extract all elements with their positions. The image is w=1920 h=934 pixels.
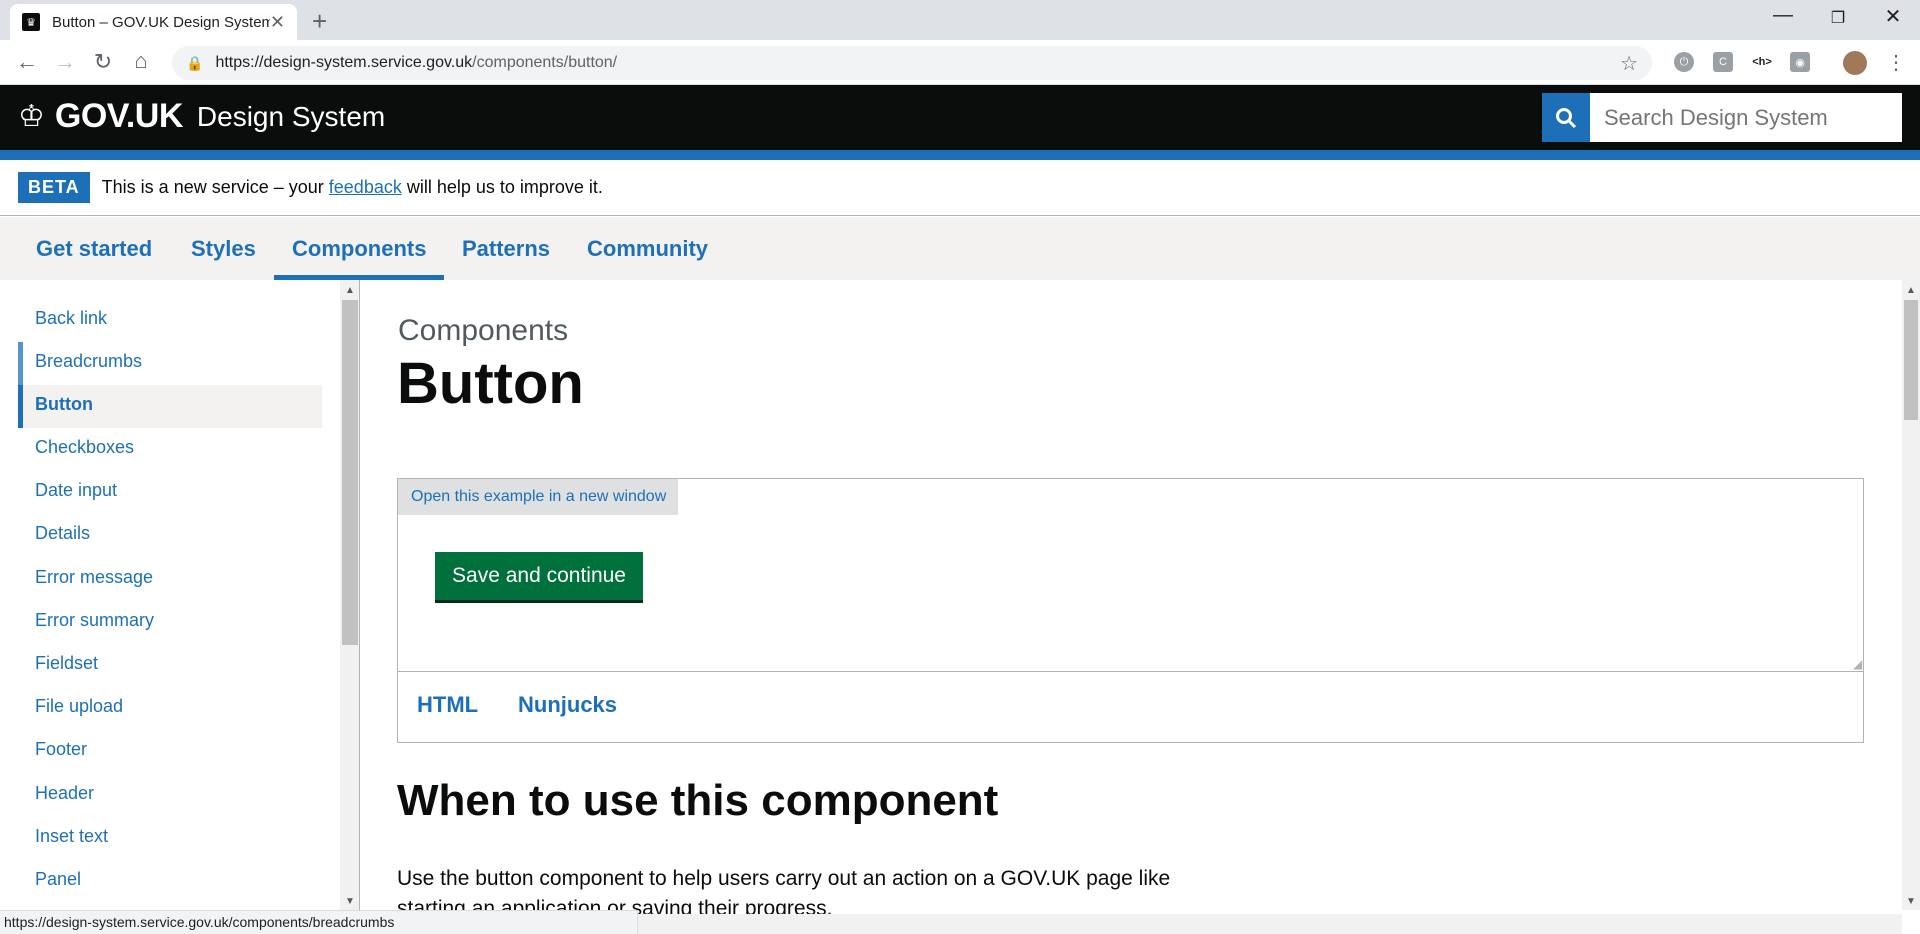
page-scroll-thumb[interactable] xyxy=(1904,300,1918,420)
url-host: https://design-system.service.gov.uk xyxy=(215,54,473,71)
nav-styles[interactable]: Styles xyxy=(191,236,256,262)
sidebar-hover-bar xyxy=(18,342,23,385)
govuk-logo[interactable]: ♔ GOV.UK Design System xyxy=(18,97,385,136)
scroll-up-arrow-icon[interactable]: ▲ xyxy=(345,285,355,296)
nav-get-started[interactable]: Get started xyxy=(36,236,152,262)
sidebar-item-header[interactable]: Header xyxy=(35,783,94,804)
sidebar xyxy=(0,280,340,910)
close-window-icon[interactable]: ✕ xyxy=(1878,4,1908,29)
save-and-continue-button[interactable]: Save and continue xyxy=(435,552,643,600)
section-heading: When to use this component xyxy=(397,776,999,825)
crown-icon: ♔ xyxy=(18,100,45,133)
sidebar-item-breadcrumbs[interactable]: Breadcrumbs xyxy=(35,351,142,372)
lock-icon: 🔒 xyxy=(186,54,204,71)
horizontal-scrollbar[interactable] xyxy=(638,914,1902,934)
profile-avatar[interactable] xyxy=(1843,51,1867,75)
new-tab-icon[interactable]: + xyxy=(312,6,327,37)
url-path: /components/button/ xyxy=(472,54,618,71)
scroll-down-arrow-icon[interactable]: ▼ xyxy=(345,896,355,907)
search-input[interactable] xyxy=(1590,93,1902,142)
main-navigation xyxy=(0,217,1920,280)
sidebar-item-details[interactable]: Details xyxy=(35,523,90,544)
sidebar-item-fieldset[interactable]: Fieldset xyxy=(35,653,98,674)
back-arrow-icon[interactable]: ← xyxy=(14,49,40,75)
extension-camera-icon[interactable]: ◉ xyxy=(1790,52,1810,72)
beta-banner: BETA This is a new service – your feedba… xyxy=(0,160,1920,216)
sidebar-item-error-summary[interactable]: Error summary xyxy=(35,610,154,631)
sidebar-item-file-upload[interactable]: File upload xyxy=(35,696,123,717)
extension-h-icon[interactable]: <h> xyxy=(1752,52,1772,72)
page-scroll-down-icon[interactable]: ▼ xyxy=(1906,896,1916,907)
sidebar-active-bar xyxy=(18,385,23,428)
status-url: https://design-system.service.gov.uk/com… xyxy=(0,910,638,934)
open-example-link[interactable]: Open this example in a new window xyxy=(398,479,678,515)
sidebar-item-panel[interactable]: Panel xyxy=(35,869,81,890)
beta-tag: BETA xyxy=(18,172,90,203)
sidebar-item-button[interactable]: Button xyxy=(35,394,93,415)
sidebar-item-error-message[interactable]: Error message xyxy=(35,567,153,588)
logo-text: GOV.UK xyxy=(54,97,184,135)
header-blue-stripe xyxy=(0,150,1920,160)
close-tab-icon[interactable]: ✕ xyxy=(270,12,285,33)
extension-c-icon[interactable]: C xyxy=(1713,52,1733,72)
page-caption: Components xyxy=(398,314,569,347)
page-scroll-up-icon[interactable]: ▲ xyxy=(1906,285,1916,296)
minimize-icon[interactable]: — xyxy=(1768,4,1798,27)
tab-title: Button – GOV.UK Design System xyxy=(52,13,270,31)
nav-community[interactable]: Community xyxy=(587,236,708,262)
bookmark-star-icon[interactable]: ☆ xyxy=(1620,51,1638,76)
url-bar[interactable]: 🔒 https://design-system.service.gov.uk/c… xyxy=(172,46,1652,80)
tab-html[interactable]: HTML xyxy=(417,692,478,718)
nav-components[interactable]: Components xyxy=(292,236,426,262)
resize-handle-icon[interactable]: ◢ xyxy=(1853,657,1862,671)
sidebar-item-back-link[interactable]: Back link xyxy=(35,308,107,329)
page-title: Button xyxy=(397,351,584,416)
browser-menu-icon[interactable]: ⋮ xyxy=(1886,50,1906,75)
sidebar-item-checkboxes[interactable]: Checkboxes xyxy=(35,437,134,458)
sidebar-item-footer[interactable]: Footer xyxy=(35,739,87,760)
beta-text-before: This is a new service – your xyxy=(101,177,324,197)
tab-nunjucks[interactable]: Nunjucks xyxy=(518,692,617,718)
forward-arrow-icon[interactable]: → xyxy=(52,49,78,75)
extension-power-icon[interactable]: ⏻ xyxy=(1674,52,1694,72)
restore-icon[interactable]: ❐ xyxy=(1823,8,1853,28)
sidebar-scroll-thumb[interactable] xyxy=(342,300,358,645)
feedback-link[interactable]: feedback xyxy=(329,177,402,198)
browser-tab[interactable]: ♛ Button – GOV.UK Design System ✕ xyxy=(10,4,297,40)
beta-text-after: will help us to improve it. xyxy=(406,177,603,197)
govuk-crown-icon: ♛ xyxy=(22,13,40,31)
sidebar-item-inset-text[interactable]: Inset text xyxy=(35,826,108,847)
sidebar-item-date-input[interactable]: Date input xyxy=(35,480,117,501)
home-icon[interactable]: ⌂ xyxy=(128,48,154,74)
nav-patterns[interactable]: Patterns xyxy=(462,236,550,262)
reload-icon[interactable]: ↻ xyxy=(90,49,116,75)
product-name: Design System xyxy=(196,100,386,132)
search-icon[interactable] xyxy=(1542,93,1590,142)
